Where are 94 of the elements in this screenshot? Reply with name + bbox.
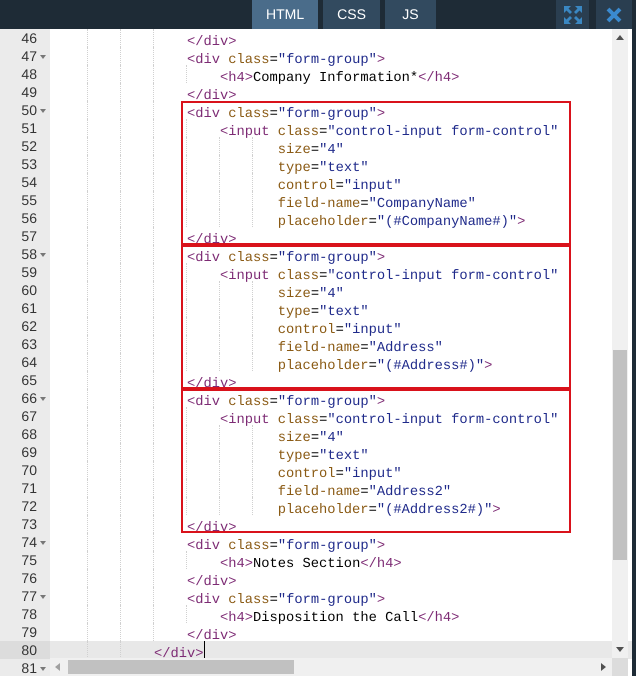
code-line: </div> xyxy=(187,575,237,590)
fold-arrow-icon[interactable] xyxy=(40,55,46,59)
code-line: <input class="control-input form-control" xyxy=(220,125,558,140)
close-icon xyxy=(605,6,623,24)
code-line: <h4>Notes Section</h4> xyxy=(220,557,402,572)
line-number: 55 xyxy=(21,191,37,209)
text-cursor xyxy=(204,641,205,658)
tab[interactable]: JS xyxy=(384,0,436,29)
vertical-scrollbar[interactable] xyxy=(612,29,628,658)
line-number: 67 xyxy=(21,407,37,425)
code-line: placeholder="(#Address#)"> xyxy=(278,359,492,374)
line-number: 81 xyxy=(21,659,37,676)
code-line: type="text" xyxy=(278,449,369,464)
line-number: 50 xyxy=(21,101,37,119)
line-number: 46 xyxy=(21,29,37,47)
fullscreen-button[interactable] xyxy=(556,0,589,29)
line-number: 76 xyxy=(21,569,37,587)
line-number: 79 xyxy=(21,623,37,641)
code-line: <div class="form-group"> xyxy=(187,251,386,266)
code-line: </div> xyxy=(187,233,237,248)
line-number: 74 xyxy=(21,533,37,551)
fold-arrow-icon[interactable] xyxy=(40,109,46,113)
code-line: control="input" xyxy=(278,323,402,338)
tab[interactable]: CSS xyxy=(323,0,380,29)
code-line: placeholder="(#CompanyName#)"> xyxy=(278,215,526,230)
line-number: 64 xyxy=(21,353,37,371)
code-line: <div class="form-group"> xyxy=(187,107,386,122)
close-button[interactable] xyxy=(596,0,632,29)
line-number: 48 xyxy=(21,65,37,83)
fold-arrow-icon[interactable] xyxy=(40,595,46,599)
scrollbar-thumb[interactable] xyxy=(613,350,627,560)
line-number: 62 xyxy=(21,317,37,335)
code-line: </div> xyxy=(187,35,237,50)
tab[interactable]: HTML xyxy=(252,0,318,29)
line-number: 47 xyxy=(21,47,37,65)
line-number: 65 xyxy=(21,371,37,389)
line-number: 68 xyxy=(21,425,37,443)
code-line: field-name="Address2" xyxy=(278,485,452,500)
code-line: size="4" xyxy=(278,431,344,446)
line-number: 59 xyxy=(21,263,37,281)
code-line: <h4>Company Information*</h4> xyxy=(220,71,460,86)
scroll-down-icon xyxy=(616,647,624,652)
line-number: 73 xyxy=(21,515,37,533)
code-line: field-name="Address" xyxy=(278,341,443,356)
code-line: type="text" xyxy=(278,161,369,176)
scrollbar-thumb[interactable] xyxy=(68,660,294,674)
scroll-right-icon xyxy=(601,663,606,671)
line-number: 60 xyxy=(21,281,37,299)
line-number: 78 xyxy=(21,605,37,623)
line-number: 77 xyxy=(21,587,37,605)
fold-arrow-icon[interactable] xyxy=(40,667,46,671)
code-line: control="input" xyxy=(278,467,402,482)
code-line: <h4>Disposition the Call</h4> xyxy=(220,611,460,626)
line-number: 75 xyxy=(21,551,37,569)
line-number: 80 xyxy=(21,641,37,659)
code-line: </div> xyxy=(187,521,237,536)
code-line: </div> xyxy=(154,647,204,662)
code-line: size="4" xyxy=(278,143,344,158)
line-number: 49 xyxy=(21,83,37,101)
line-number: 57 xyxy=(21,227,37,245)
horizontal-scrollbar[interactable] xyxy=(50,658,612,676)
fold-arrow-icon[interactable] xyxy=(40,253,46,257)
code-line: </div> xyxy=(187,377,237,392)
code-line: <div class="form-group"> xyxy=(187,539,386,554)
code-line: type="text" xyxy=(278,305,369,320)
code-line: <div class="form-group"> xyxy=(187,395,386,410)
code-line: </div> xyxy=(187,89,237,104)
line-number: 51 xyxy=(21,119,37,137)
code-line: placeholder="(#Address2#)"> xyxy=(278,503,501,518)
line-number: 66 xyxy=(21,389,37,407)
code-line: <input class="control-input form-control" xyxy=(220,413,558,428)
line-number: 63 xyxy=(21,335,37,353)
code-line: size="4" xyxy=(278,287,344,302)
code-line: <div class="form-group"> xyxy=(187,53,386,68)
code-line: </div> xyxy=(187,629,237,644)
line-number: 72 xyxy=(21,497,37,515)
code-line: <input class="control-input form-control" xyxy=(220,269,558,284)
scroll-up-icon xyxy=(616,35,624,40)
code-line: control="input" xyxy=(278,179,402,194)
code-line: <div class="form-group"> xyxy=(187,593,386,608)
fold-arrow-icon[interactable] xyxy=(40,541,46,545)
line-number: 53 xyxy=(21,155,37,173)
line-number: 56 xyxy=(21,209,37,227)
line-number: 61 xyxy=(21,299,37,317)
line-number: 54 xyxy=(21,173,37,191)
scroll-left-icon xyxy=(55,663,60,671)
code-line: field-name="CompanyName" xyxy=(278,197,476,212)
line-number: 58 xyxy=(21,245,37,263)
line-number: 69 xyxy=(21,443,37,461)
line-number: 71 xyxy=(21,479,37,497)
fold-arrow-icon[interactable] xyxy=(40,397,46,401)
expand-icon xyxy=(562,4,582,24)
line-number: 70 xyxy=(21,461,37,479)
line-number: 52 xyxy=(21,137,37,155)
